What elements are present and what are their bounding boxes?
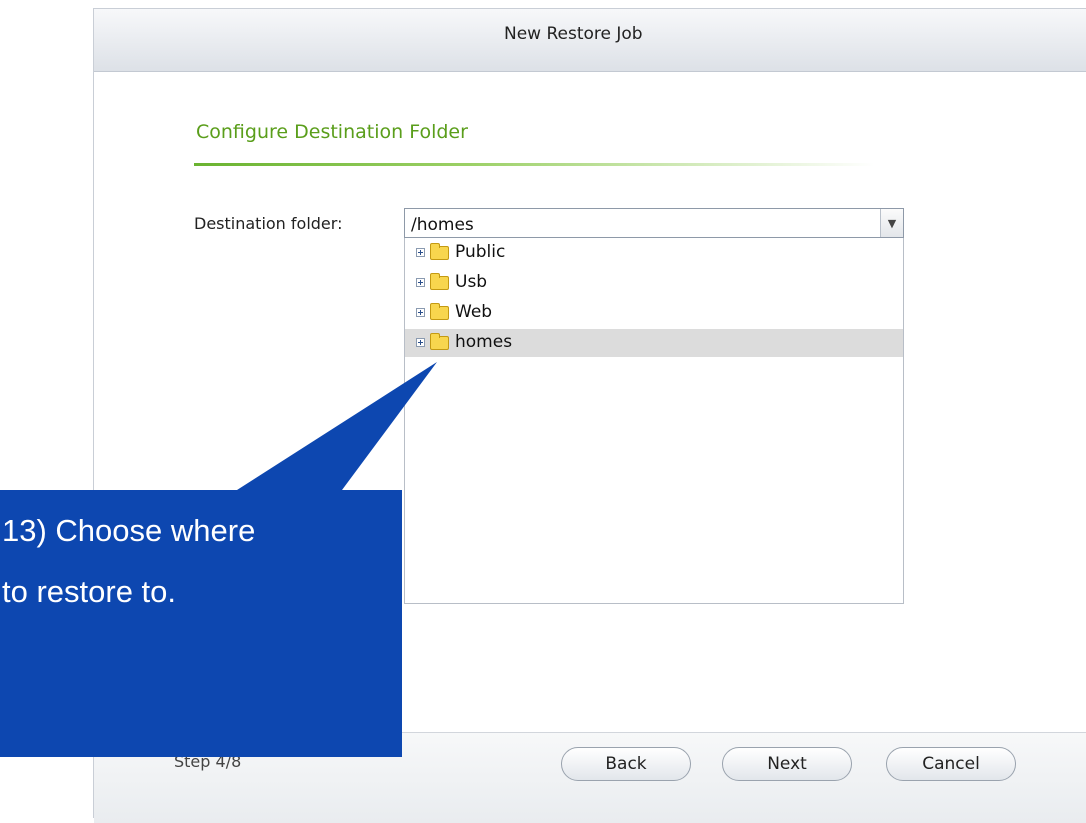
callout-line-2: to restore to. — [2, 574, 177, 609]
callout-text: 13) Choose where to restore to. — [0, 500, 402, 622]
callout-line-1: 13) Choose where — [2, 513, 256, 548]
callout-bubble — [0, 362, 437, 757]
